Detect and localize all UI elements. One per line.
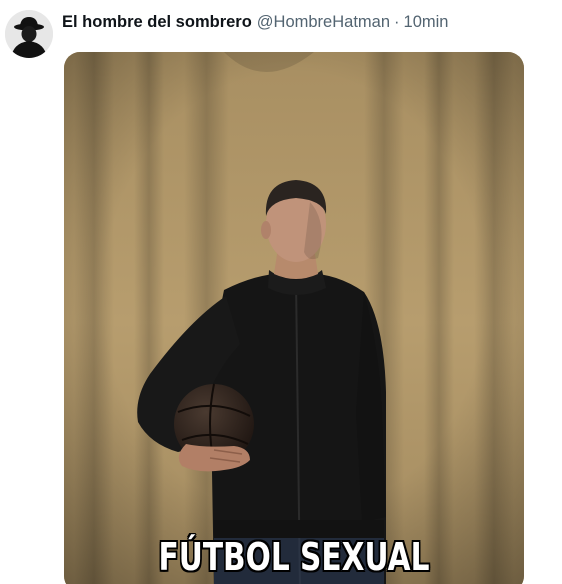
tweet-media-image[interactable]: FÚTBOL SEXUAL [64, 52, 524, 584]
photo-man-holding-ball [64, 52, 524, 584]
meme-caption: FÚTBOL SEXUAL [158, 535, 430, 579]
avatar[interactable] [5, 10, 53, 58]
tweet-timestamp[interactable]: 10min [404, 10, 449, 34]
author-handle[interactable]: @HombreHatman [257, 10, 390, 34]
tweet-header: El hombre del sombrero @HombreHatman · 1… [62, 10, 448, 34]
tweet: El hombre del sombrero @HombreHatman · 1… [0, 0, 562, 584]
author-display-name[interactable]: El hombre del sombrero [62, 10, 252, 34]
separator-dot: · [394, 13, 400, 31]
hat-silhouette-icon [5, 10, 53, 58]
